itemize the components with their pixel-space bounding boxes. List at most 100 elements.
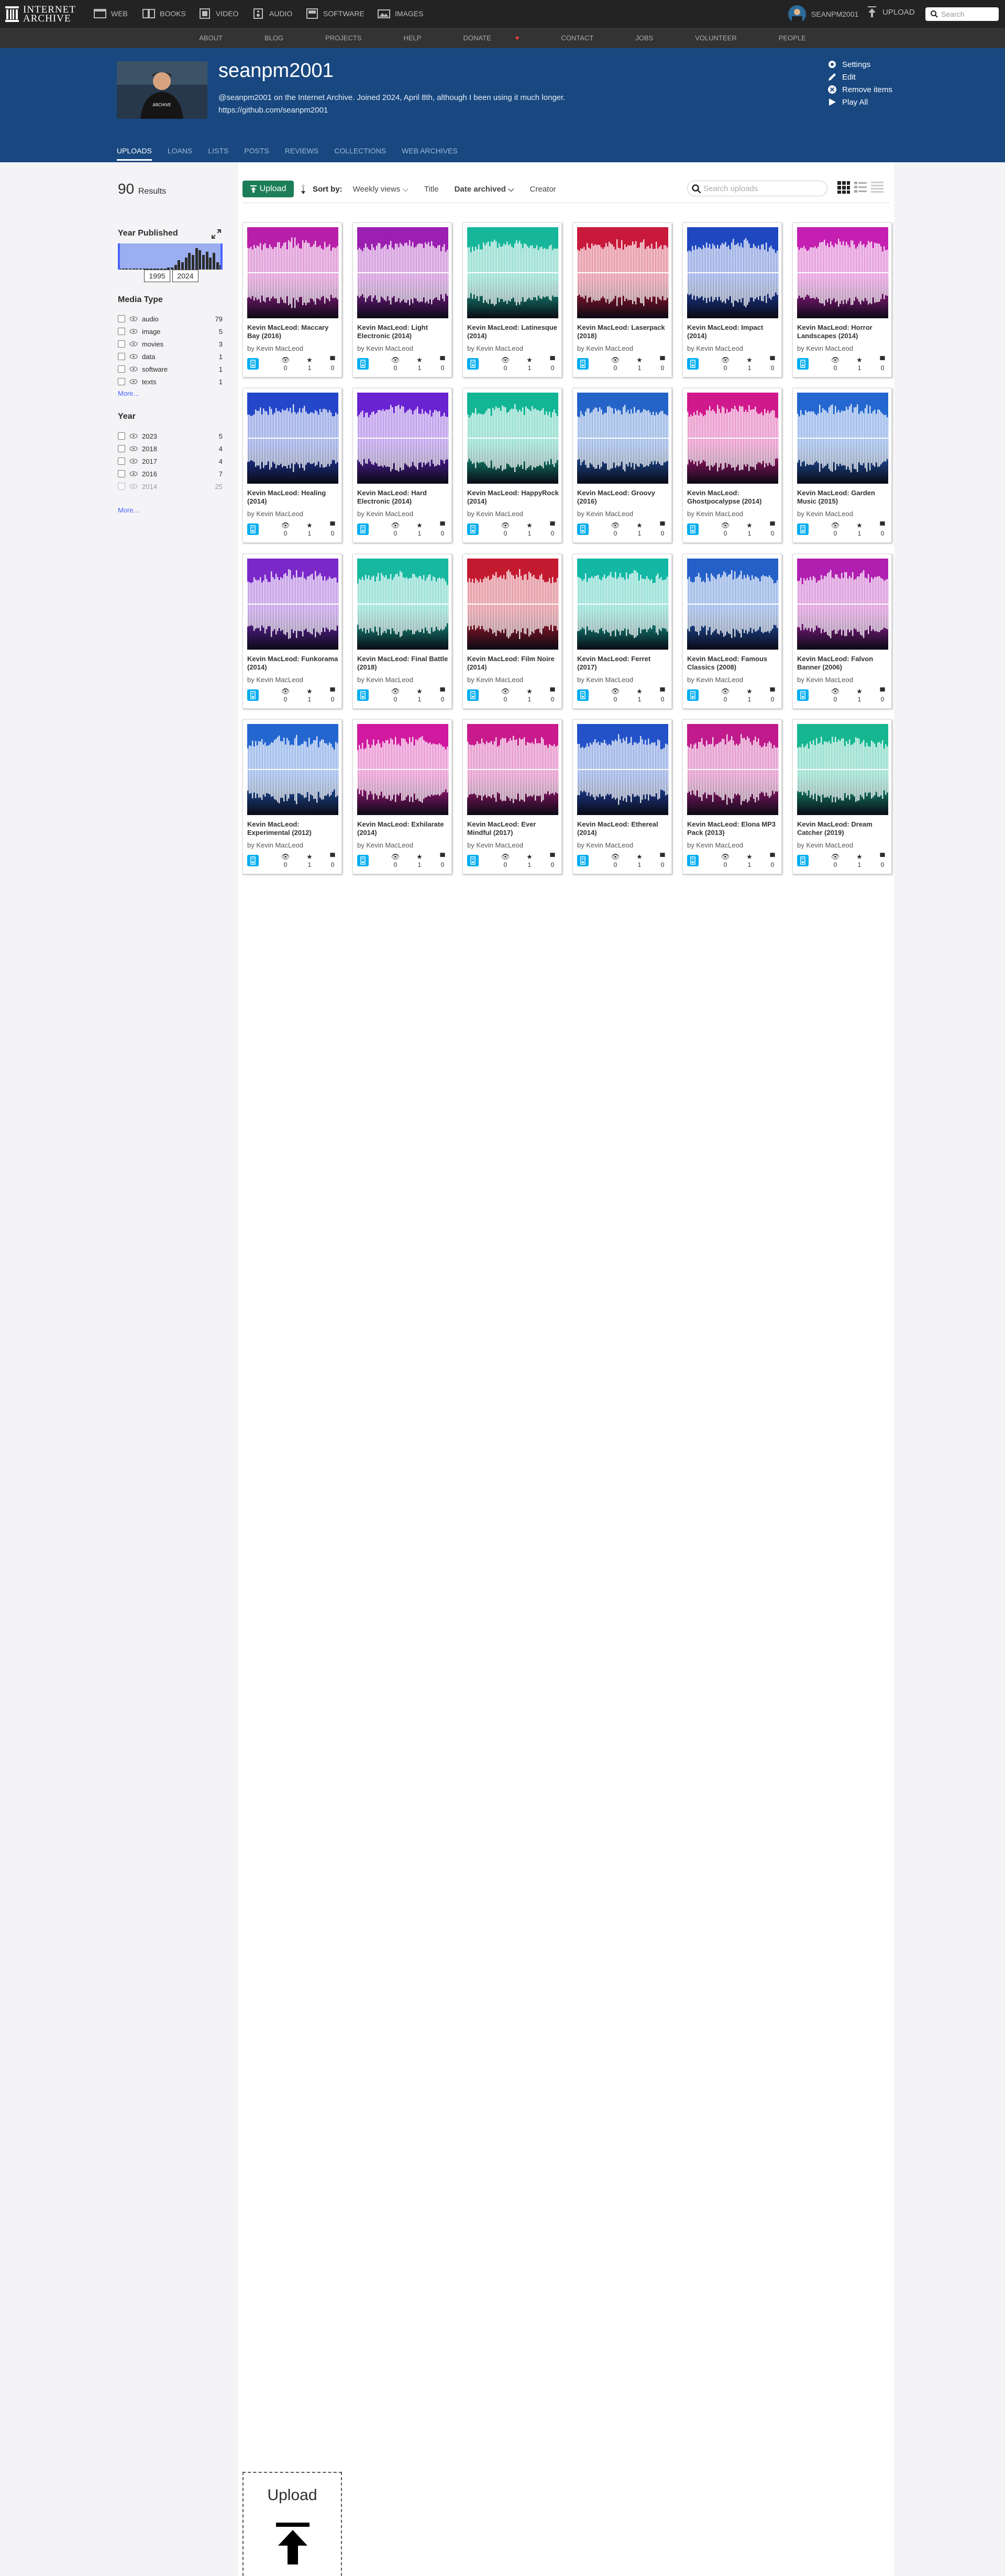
user-menu[interactable]: SEANPM2001 [788, 5, 858, 23]
item-tile[interactable]: Kevin MacLeod: Latinesque (2014) by Kevin… [462, 222, 562, 377]
sort-title[interactable]: Title [424, 185, 439, 194]
eye-icon[interactable] [129, 459, 138, 464]
subnav-jobs[interactable]: JOBS [614, 28, 674, 48]
tile-title[interactable]: Kevin MacLeod: Latinesque (2014) [467, 324, 560, 340]
tile-title[interactable]: Kevin MacLeod: Ferret (2017) [577, 655, 670, 672]
subnav-volunteer[interactable]: VOLUNTEER [674, 28, 757, 48]
eye-icon[interactable] [129, 471, 138, 476]
tile-waveform-image[interactable] [687, 227, 778, 318]
subnav-help[interactable]: HELP [383, 28, 443, 48]
item-tile[interactable]: Kevin MacLeod: Falvon Banner (2006) by Ke… [792, 554, 892, 709]
tile-title[interactable]: Kevin MacLeod: Groovy (2016) [577, 489, 670, 506]
tile-waveform-image[interactable] [687, 559, 778, 650]
tab-reviews[interactable]: REVIEWS [285, 147, 319, 161]
internet-archive-logo[interactable]: INTERNET ARCHIVE [5, 4, 84, 24]
media-type-facet-texts[interactable]: texts 1 [118, 376, 223, 387]
tile-title[interactable]: Kevin MacLeod: Experimental (2012) [247, 820, 340, 837]
item-tile[interactable]: Kevin MacLeod: Hard Electronic (2014) by … [352, 388, 452, 543]
tile-title[interactable]: Kevin MacLeod: Ethereal (2014) [577, 820, 670, 837]
item-tile[interactable]: Kevin MacLeod: Ferret (2017) by Kevin Mac… [572, 554, 672, 709]
tile-title[interactable]: Kevin MacLeod: Light Electronic (2014) [357, 324, 450, 340]
facet-checkbox[interactable] [118, 470, 125, 477]
tile-waveform-image[interactable] [247, 227, 338, 318]
year-facet-2023[interactable]: 2023 5 [118, 430, 223, 442]
media-type-facet-image[interactable]: image 5 [118, 326, 223, 337]
tile-waveform-image[interactable] [357, 559, 448, 650]
tile-waveform-image[interactable] [357, 393, 448, 484]
tile-waveform-image[interactable] [687, 393, 778, 484]
tile-waveform-image[interactable] [357, 724, 448, 815]
tile-title[interactable]: Kevin MacLeod: Horror Landscapes (2014) [797, 324, 890, 340]
item-tile[interactable]: Kevin MacLeod: Exhilarate (2014) by Kevin… [352, 719, 452, 874]
expand-icon[interactable] [212, 229, 221, 239]
tile-title[interactable]: Kevin MacLeod: Impact (2014) [687, 324, 780, 340]
tile-waveform-image[interactable] [797, 393, 888, 484]
item-tile[interactable]: Kevin MacLeod: Ethereal (2014) by Kevin M… [572, 719, 672, 874]
subnav-people[interactable]: PEOPLE [758, 28, 827, 48]
item-tile[interactable]: Kevin MacLeod: Elona MP3 Pack (2013) by K… [682, 719, 782, 874]
subnav-blog[interactable]: BLOG [244, 28, 304, 48]
sort-creator[interactable]: Creator [530, 185, 556, 194]
media-nav-images[interactable]: IMAGES [377, 7, 423, 20]
tile-title[interactable]: Kevin MacLeod: Final Battle (2018) [357, 655, 450, 672]
tile-waveform-image[interactable] [247, 559, 338, 650]
item-tile[interactable]: Kevin MacLeod: Ghostpocalypse (2014) by K… [682, 388, 782, 543]
compact-list-view-icon[interactable] [870, 181, 884, 194]
media-nav-software[interactable]: SOFTWARE [305, 7, 365, 20]
tile-waveform-image[interactable] [797, 559, 888, 650]
facet-checkbox[interactable] [118, 445, 125, 452]
tile-waveform-image[interactable] [797, 724, 888, 815]
upload-button[interactable]: Upload [242, 181, 294, 197]
media-type-facet-movies[interactable]: movies 3 [118, 338, 223, 350]
tile-title[interactable]: Kevin MacLeod: Maccary Bay (2016) [247, 324, 340, 340]
tile-title[interactable]: Kevin MacLeod: HappyRock (2014) [467, 489, 560, 506]
year-facet-2016[interactable]: 2016 7 [118, 468, 223, 479]
tab-lists[interactable]: LISTS [208, 147, 228, 161]
play-all-action[interactable]: Play All [827, 96, 892, 108]
edit-action[interactable]: Edit [827, 71, 892, 83]
media-nav-video[interactable]: VIDEO [198, 7, 239, 20]
eye-icon[interactable] [129, 366, 138, 372]
item-tile[interactable]: Kevin MacLeod: Maccary Bay (2016) by Kevi… [242, 222, 342, 377]
tile-title[interactable]: Kevin MacLeod: Ever Mindful (2017) [467, 820, 560, 837]
search-input-top[interactable]: Search [925, 7, 999, 21]
media-type-facet-audio[interactable]: audio 79 [118, 313, 223, 325]
facet-checkbox[interactable] [118, 353, 125, 360]
tile-waveform-image[interactable] [357, 227, 448, 318]
tile-title[interactable]: Kevin MacLeod: Hard Electronic (2014) [357, 489, 450, 506]
item-tile[interactable]: Kevin MacLeod: Final Battle (2018) by Kev… [352, 554, 452, 709]
tile-waveform-image[interactable] [467, 227, 558, 318]
year-more-link[interactable]: More... [118, 506, 139, 514]
tile-title[interactable]: Kevin MacLeod: Film Noire (2014) [467, 655, 560, 672]
tile-view-icon[interactable] [837, 181, 851, 194]
eye-icon[interactable] [129, 329, 138, 334]
tile-title[interactable]: Kevin MacLeod: Elona MP3 Pack (2013) [687, 820, 780, 837]
tile-waveform-image[interactable] [247, 724, 338, 815]
profile-link[interactable]: https://github.com/seanpm2001 [218, 106, 328, 115]
sort-date-archived[interactable]: Date archived ⌵ [455, 185, 514, 194]
tile-title[interactable]: Kevin MacLeod: Falvon Banner (2006) [797, 655, 890, 672]
item-tile[interactable]: Kevin MacLeod: Dream Catcher (2019) by Ke… [792, 719, 892, 874]
item-tile[interactable]: Kevin MacLeod: Experimental (2012) by Kev… [242, 719, 342, 874]
tile-title[interactable]: Kevin MacLeod: Garden Music (2015) [797, 489, 890, 506]
facet-checkbox[interactable] [118, 432, 125, 440]
tab-posts[interactable]: POSTS [244, 147, 269, 161]
tile-waveform-image[interactable] [577, 724, 668, 815]
year-histogram[interactable] [118, 243, 223, 270]
eye-icon[interactable] [129, 341, 138, 347]
item-tile[interactable]: Kevin MacLeod: Funkorama (2014) by Kevin … [242, 554, 342, 709]
eye-icon[interactable] [129, 446, 138, 451]
sort-arrows-icon[interactable] [301, 184, 310, 194]
item-tile[interactable]: Kevin MacLeod: Film Noire (2014) by Kevin… [462, 554, 562, 709]
eye-icon[interactable] [129, 316, 138, 321]
year-facet-2014[interactable]: 2014 25 [118, 481, 223, 492]
tile-waveform-image[interactable] [577, 559, 668, 650]
tile-title[interactable]: Kevin MacLeod: Ghostpocalypse (2014) [687, 489, 780, 506]
tab-collections[interactable]: COLLECTIONS [334, 147, 386, 161]
item-tile[interactable]: Kevin MacLeod: Horror Landscapes (2014) b… [792, 222, 892, 377]
tile-waveform-image[interactable] [797, 227, 888, 318]
item-tile[interactable]: Kevin MacLeod: Light Electronic (2014) by… [352, 222, 452, 377]
year-facet-2017[interactable]: 2017 4 [118, 455, 223, 467]
subnav-about[interactable]: ABOUT [178, 28, 244, 48]
media-nav-books[interactable]: BOOKS [142, 7, 186, 20]
